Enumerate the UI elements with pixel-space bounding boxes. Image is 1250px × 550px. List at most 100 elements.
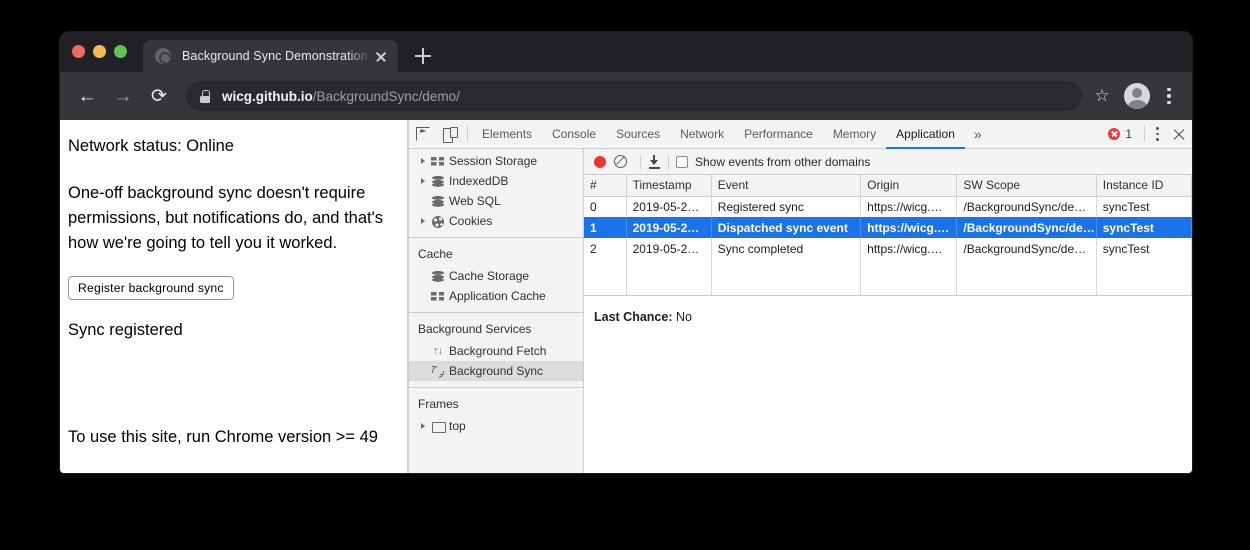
database-icon	[429, 194, 446, 208]
cell-index: 2	[584, 238, 626, 259]
detail-value: No	[676, 310, 692, 324]
new-tab-button[interactable]	[410, 43, 436, 69]
expand-triangle-icon[interactable]	[417, 158, 429, 164]
sidebar-section-cache: Cache	[409, 244, 583, 266]
sidebar-item-label: Session Storage	[449, 154, 537, 168]
sidebar-item-background-fetch[interactable]: ↑↓ Background Fetch	[409, 341, 583, 361]
events-table-wrapper: # Timestamp Event Origin SW Scope Instan…	[584, 175, 1192, 296]
url-host: wicg.github.io	[222, 89, 313, 104]
tab-elements[interactable]: Elements	[472, 120, 542, 149]
browser-menu-icon[interactable]	[1156, 83, 1182, 109]
cell-instance-id: syncTest	[1096, 196, 1191, 217]
cell-origin: https://wicg.…	[861, 196, 957, 217]
table-row[interactable]: 2 2019-05-2… Sync completed https://wicg…	[584, 238, 1192, 259]
network-status-text: Network status: Online	[68, 134, 391, 159]
inspect-element-button[interactable]	[409, 120, 436, 148]
maximize-window-button[interactable]	[114, 45, 127, 58]
column-header-sw-scope[interactable]: SW Scope	[957, 175, 1096, 196]
tab-sources[interactable]: Sources	[606, 120, 670, 149]
cell-sw-scope: /BackgroundSync/de…	[957, 238, 1096, 259]
tab-favicon-icon	[155, 48, 171, 64]
cell-sw-scope: /BackgroundSync/de…	[957, 196, 1096, 217]
lock-icon	[200, 90, 210, 103]
tab-console[interactable]: Console	[542, 120, 606, 149]
frame-icon	[429, 419, 446, 433]
sidebar-item-application-cache[interactable]: Application Cache	[409, 286, 583, 306]
error-badge[interactable]: 1	[1102, 120, 1138, 148]
address-bar[interactable]: wicg.github.io/BackgroundSync/demo/	[186, 81, 1082, 111]
browser-tab[interactable]: Background Sync Demonstration	[143, 40, 398, 72]
bookmark-star-icon[interactable]: ☆	[1088, 82, 1116, 110]
sidebar-item-background-sync[interactable]: Background Sync	[409, 361, 583, 381]
record-button[interactable]	[594, 156, 606, 168]
register-background-sync-button[interactable]: Register background sync	[68, 276, 234, 300]
sidebar-item-cache-storage[interactable]: Cache Storage	[409, 266, 583, 286]
profile-avatar-icon[interactable]	[1124, 83, 1150, 109]
back-button[interactable]: ←	[72, 81, 102, 111]
column-header-event[interactable]: Event	[711, 175, 860, 196]
page-blurb-text: One-off background sync doesn't require …	[68, 181, 391, 256]
sidebar-item-indexeddb[interactable]: IndexedDB	[409, 171, 583, 191]
cell-event: Sync completed	[711, 238, 860, 259]
detail-label: Last Chance:	[594, 310, 673, 324]
url-path: /BackgroundSync/demo/	[313, 89, 460, 104]
devtools-more-options-icon[interactable]	[1144, 126, 1164, 142]
browser-window: Background Sync Demonstration ← → ⟳ wicg…	[60, 32, 1192, 473]
reload-button[interactable]: ⟳	[144, 81, 174, 111]
cell-timestamp: 2019-05-2…	[626, 196, 711, 217]
sidebar-item-label: Background Sync	[449, 364, 543, 378]
sidebar-item-label: top	[449, 419, 466, 433]
sidebar-item-label: Cache Storage	[449, 269, 529, 283]
up-down-arrows-icon: ↑↓	[429, 344, 446, 358]
column-header-instance-id[interactable]: Instance ID	[1096, 175, 1191, 196]
devtools-tabbar: Elements Console Sources Network Perform…	[409, 120, 1192, 149]
sidebar-divider	[409, 312, 583, 313]
column-header-origin[interactable]: Origin	[861, 175, 957, 196]
sidebar-item-cookies[interactable]: Cookies	[409, 211, 583, 231]
sidebar-section-frames: Frames	[409, 394, 583, 416]
minimize-window-button[interactable]	[93, 45, 106, 58]
cell-origin: https://wicg.…	[861, 238, 957, 259]
sidebar-divider	[409, 237, 583, 238]
clear-icon[interactable]	[614, 155, 627, 168]
background-sync-toolbar: Show events from other domains	[584, 149, 1192, 175]
expand-triangle-icon[interactable]	[417, 218, 429, 224]
events-table: # Timestamp Event Origin SW Scope Instan…	[584, 175, 1192, 296]
sidebar-item-web-sql[interactable]: Web SQL	[409, 191, 583, 211]
tab-application[interactable]: Application	[886, 120, 965, 149]
table-row-selected[interactable]: 1 2019-05-2… Dispatched sync event https…	[584, 217, 1192, 238]
tab-close-icon[interactable]	[372, 47, 390, 65]
download-icon[interactable]	[648, 155, 661, 169]
show-events-checkbox[interactable]	[676, 156, 688, 168]
close-window-button[interactable]	[72, 45, 85, 58]
column-header-timestamp[interactable]: Timestamp	[626, 175, 711, 196]
expand-triangle-icon[interactable]	[417, 178, 429, 184]
sidebar-divider	[409, 387, 583, 388]
tab-performance[interactable]: Performance	[734, 120, 823, 149]
grid-icon	[429, 289, 446, 303]
more-tabs-icon[interactable]: »	[965, 120, 991, 148]
tabbar-spacer	[991, 120, 1103, 148]
background-sync-panel: Show events from other domains	[584, 149, 1192, 473]
browser-toolbar: ← → ⟳ wicg.github.io/BackgroundSync/demo…	[60, 72, 1192, 120]
viewport: Network status: Online One-off backgroun…	[60, 120, 1192, 473]
chrome-version-note: To use this site, run Chrome version >= …	[68, 425, 391, 450]
tab-network[interactable]: Network	[670, 120, 734, 149]
grid-icon	[429, 154, 446, 168]
sidebar-item-session-storage[interactable]: Session Storage	[409, 151, 583, 171]
forward-button[interactable]: →	[108, 81, 138, 111]
expand-triangle-icon[interactable]	[417, 423, 429, 429]
device-toolbar-button[interactable]	[436, 120, 463, 148]
show-events-label[interactable]: Show events from other domains	[695, 155, 870, 169]
sidebar-item-top-frame[interactable]: top	[409, 416, 583, 436]
column-header-index[interactable]: #	[584, 175, 626, 196]
forward-arrow-icon: →	[108, 81, 138, 111]
error-count: 1	[1125, 127, 1132, 141]
cell-event: Dispatched sync event	[711, 217, 860, 238]
cell-index: 0	[584, 196, 626, 217]
cell-timestamp: 2019-05-2…	[626, 238, 711, 259]
table-row[interactable]: 0 2019-05-2… Registered sync https://wic…	[584, 196, 1192, 217]
devtools-close-icon[interactable]	[1166, 120, 1192, 148]
reload-icon: ⟳	[144, 81, 174, 111]
tab-memory[interactable]: Memory	[823, 120, 886, 149]
